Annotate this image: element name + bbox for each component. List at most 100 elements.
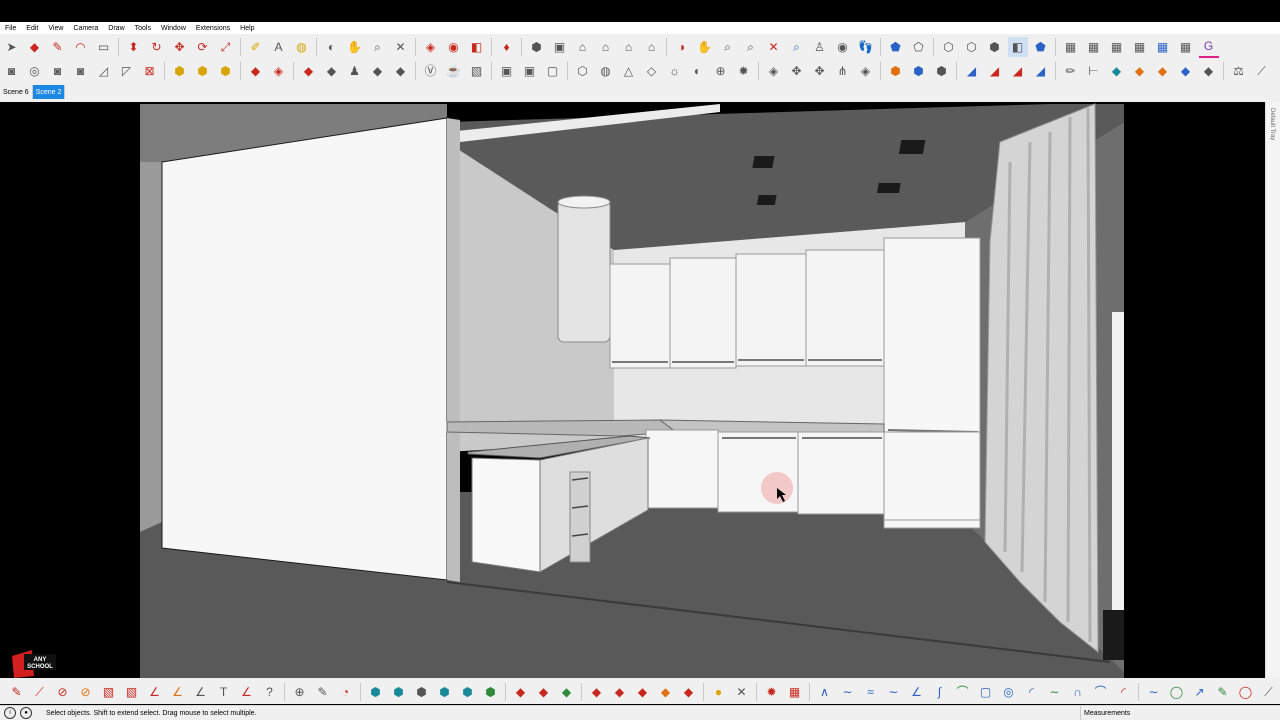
bt-box5-icon[interactable]: ⬢ <box>458 682 478 702</box>
camera-3-icon[interactable]: ◙ <box>48 61 68 81</box>
component-1-icon[interactable]: ▦ <box>1061 37 1081 57</box>
lock-icon[interactable]: ▢ <box>543 61 563 81</box>
zoom-extents-icon[interactable]: ✕ <box>391 37 411 57</box>
bt-coin-icon[interactable]: ● <box>709 682 729 702</box>
box-gray-icon[interactable]: ⬢ <box>932 61 952 81</box>
default-tray[interactable]: Default Tray <box>1265 102 1280 678</box>
bt-curve16-icon[interactable]: ◯ <box>1167 682 1187 702</box>
box-orange-icon[interactable]: ⬢ <box>886 61 906 81</box>
menu-camera[interactable]: Camera <box>68 25 103 32</box>
bt-box3-icon[interactable]: ⬢ <box>412 682 432 702</box>
terrain-3-icon[interactable]: ✥ <box>810 61 830 81</box>
menu-extensions[interactable]: Extensions <box>191 25 235 32</box>
tool-j-icon[interactable]: ◆ <box>1199 61 1219 81</box>
bt-curve11-icon[interactable]: ∼ <box>1045 682 1065 702</box>
bt-curve18-icon[interactable]: ✎ <box>1213 682 1233 702</box>
position-camera-icon[interactable]: ♙ <box>810 37 830 57</box>
teapot-icon[interactable]: ☕ <box>444 61 464 81</box>
model-viewport[interactable] <box>0 102 1266 678</box>
menu-edit[interactable]: Edit <box>21 25 43 32</box>
info-icon[interactable]: i <box>4 707 16 719</box>
tool-f-icon[interactable]: ▧ <box>467 61 487 81</box>
orbit-tool-icon[interactable]: ◐ <box>322 37 342 57</box>
circle-v-icon[interactable]: Ⓥ <box>421 61 441 81</box>
style-4-icon[interactable]: ◇ <box>642 61 662 81</box>
layout-icon[interactable]: ◧ <box>467 37 487 57</box>
left-view-icon[interactable]: ⌂ <box>642 37 662 57</box>
tool-k-icon[interactable]: ⟋ <box>1252 61 1272 81</box>
scene-tab-6[interactable]: Scene 6 <box>0 85 33 99</box>
route-icon[interactable]: ◆ <box>1107 61 1127 81</box>
bt-arc-icon[interactable]: ⟋ <box>30 682 50 702</box>
measurements-box[interactable]: Measurements <box>1080 706 1280 720</box>
bt-box1-icon[interactable]: ⬢ <box>366 682 386 702</box>
bt-grid-icon[interactable]: ▦ <box>785 682 805 702</box>
bt-curve9-icon[interactable]: ◎ <box>999 682 1019 702</box>
bt-pencil-icon[interactable]: ✎ <box>313 682 333 702</box>
bt-curve14-icon[interactable]: ◜ <box>1114 682 1134 702</box>
camera-2-icon[interactable]: ◎ <box>25 61 45 81</box>
tool-i-icon[interactable]: ◆ <box>1176 61 1196 81</box>
walk-tool-icon[interactable]: 👣 <box>856 37 876 57</box>
draw-2-icon[interactable]: ◢ <box>985 61 1005 81</box>
sun-icon[interactable]: ☼ <box>665 61 685 81</box>
bt-help-icon[interactable]: ? <box>260 682 280 702</box>
scale-tool-icon[interactable]: ⤢ <box>216 37 236 57</box>
zoom-window-icon[interactable]: ⌕ <box>718 37 738 57</box>
tool-d-icon[interactable]: ◆ <box>368 61 388 81</box>
move-tool-icon[interactable]: ✥ <box>170 37 190 57</box>
bt-curve13-icon[interactable]: ⌒ <box>1091 682 1111 702</box>
section-plane-icon[interactable]: ◑ <box>672 37 692 57</box>
menu-tools[interactable]: Tools <box>130 25 156 32</box>
tool-e-icon[interactable]: ◆ <box>391 61 411 81</box>
bt-tool6-icon[interactable]: ◆ <box>633 682 653 702</box>
tool-g-icon[interactable]: ◆ <box>1130 61 1150 81</box>
bt-curve17-icon[interactable]: ↗ <box>1190 682 1210 702</box>
extension-warehouse-icon[interactable]: ◉ <box>444 37 464 57</box>
bt-curve3-icon[interactable]: ≈ <box>861 682 881 702</box>
tool-h-icon[interactable]: ◆ <box>1153 61 1173 81</box>
look-around-icon[interactable]: ◉ <box>833 37 853 57</box>
bt-dim-icon[interactable]: ∠ <box>237 682 257 702</box>
tool-a-icon[interactable]: ◆ <box>299 61 319 81</box>
zoom-tool-icon[interactable]: ⌕ <box>368 37 388 57</box>
bt-angle-icon[interactable]: ∠ <box>145 682 165 702</box>
sandbox-2-icon[interactable]: ◸ <box>117 61 137 81</box>
camera-1-icon[interactable]: ◙ <box>2 61 22 81</box>
bt-curve19-icon[interactable]: ◯ <box>1236 682 1256 702</box>
bt-protractor-icon[interactable]: ◔ <box>336 682 356 702</box>
scene-tab-2[interactable]: Scene 2 <box>32 85 66 99</box>
sandbox-3-icon[interactable]: ⊠ <box>140 61 160 81</box>
follow-me-icon[interactable]: ↻ <box>147 37 167 57</box>
wireframe-icon[interactable]: ⬡ <box>939 37 959 57</box>
menu-draw[interactable]: Draw <box>103 25 129 32</box>
zoom-window-2-icon[interactable]: ⌕ <box>741 37 761 57</box>
bt-box6-icon[interactable]: ⬢ <box>481 682 501 702</box>
bt-rect-icon[interactable]: ▧ <box>99 682 119 702</box>
terrain-1-icon[interactable]: ◈ <box>764 61 784 81</box>
bt-curve10-icon[interactable]: ◜ <box>1022 682 1042 702</box>
tool-b-icon[interactable]: ◆ <box>322 61 342 81</box>
zoom-extents-2-icon[interactable]: ✕ <box>764 37 784 57</box>
frame-1-icon[interactable]: ▣ <box>497 61 517 81</box>
previous-view-icon[interactable]: ⌕ <box>787 37 807 57</box>
style-2-icon[interactable]: ◍ <box>596 61 616 81</box>
texture-2-icon[interactable]: ◈ <box>269 61 289 81</box>
bt-curve12-icon[interactable]: ∩ <box>1068 682 1088 702</box>
bt-box2-icon[interactable]: ⬢ <box>389 682 409 702</box>
component-6-icon[interactable]: ▦ <box>1176 37 1196 57</box>
bt-curve15-icon[interactable]: ∼ <box>1144 682 1164 702</box>
bt-curve4-icon[interactable]: ∼ <box>884 682 904 702</box>
bt-tool2-icon[interactable]: ◆ <box>534 682 554 702</box>
sandbox-1-icon[interactable]: ◿ <box>94 61 114 81</box>
component-4-icon[interactable]: ▦ <box>1130 37 1150 57</box>
bt-polygon-icon[interactable]: ⊘ <box>76 682 96 702</box>
iso-view-icon[interactable]: ⬢ <box>527 37 547 57</box>
extension-logo-icon[interactable]: G <box>1198 36 1219 58</box>
bt-curve8-icon[interactable]: ▢ <box>976 682 996 702</box>
arc-tool-icon[interactable]: ◠ <box>71 37 91 57</box>
terrain-2-icon[interactable]: ✥ <box>787 61 807 81</box>
grass-icon[interactable]: ⋔ <box>833 61 853 81</box>
rectangle-tool-icon[interactable]: ▭ <box>94 37 114 57</box>
bt-curve1-icon[interactable]: ∧ <box>815 682 835 702</box>
